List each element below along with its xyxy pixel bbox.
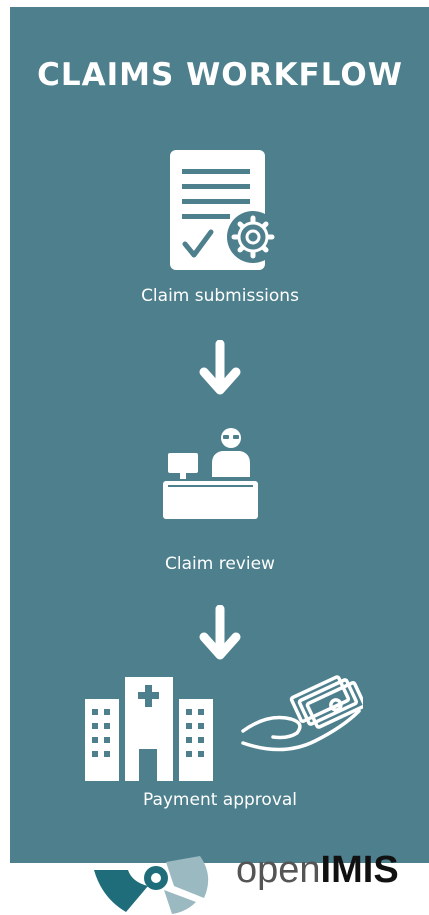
- step-label-payment-approval: Payment approval: [142, 790, 298, 810]
- openimis-logo-text: openIMIS: [236, 849, 399, 892]
- logo-text-light: open: [236, 849, 321, 891]
- step-label-claim-submissions: Claim submissions: [141, 286, 299, 306]
- arrow-down-icon: [199, 605, 241, 660]
- hospital-payment-icon: [85, 675, 363, 781]
- step-label-claim-review: Claim review: [165, 554, 275, 574]
- document-gear-icon: [170, 150, 279, 270]
- logo-text-bold: IMIS: [320, 849, 399, 891]
- workflow-panel: CLAIMS WORKFLOW Claim submissions Claim …: [10, 7, 429, 863]
- arrow-down-icon: [199, 340, 241, 395]
- page-title: CLAIMS WORKFLOW: [37, 57, 403, 93]
- reviewer-desk-icon: [163, 428, 258, 519]
- openimis-logo-icon: [94, 856, 209, 914]
